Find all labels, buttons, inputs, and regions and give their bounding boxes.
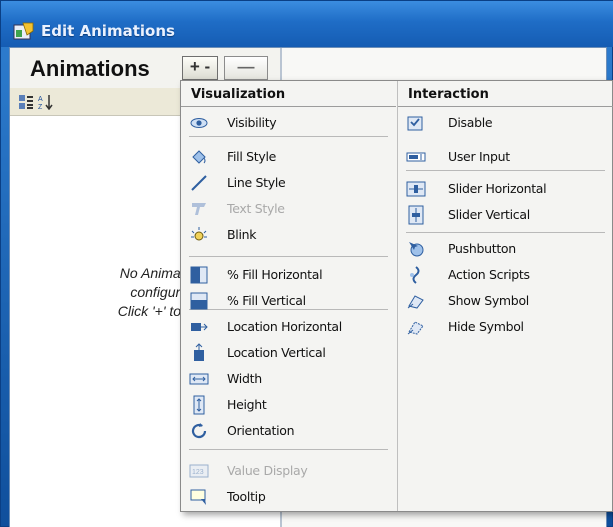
visualization-menu-item[interactable]: Location Horizontal — [181, 315, 396, 339]
interaction-menu-item[interactable]: Action Scripts — [398, 263, 613, 287]
slider-horizontal-icon — [406, 181, 426, 197]
interaction-menu-item[interactable]: Show Symbol — [398, 289, 613, 313]
visualization-menu-item[interactable]: Tooltip — [181, 485, 396, 509]
interaction-menu-item-label: Show Symbol — [448, 293, 529, 308]
visualization-menu-item[interactable]: % Fill Vertical — [181, 289, 396, 313]
height-icon — [193, 395, 205, 415]
visualization-menu-item[interactable]: % Fill Horizontal — [181, 263, 396, 287]
slider-vertical-icon — [408, 205, 424, 225]
visualization-menu-item[interactable]: Line Style — [181, 171, 396, 195]
visualization-menu-item-label: Orientation — [227, 423, 295, 438]
interaction-menu-item[interactable]: Pushbutton — [398, 237, 613, 261]
visualization-menu-item: 123 Value Display — [181, 459, 396, 483]
fill-horizontal-icon — [190, 266, 208, 284]
visualization-menu-item[interactable]: Location Vertical — [181, 341, 396, 365]
visualization-menu-item-label: Visibility — [227, 115, 277, 130]
value-display-icon: 123 — [189, 464, 209, 478]
location-horizontal-icon — [191, 323, 208, 331]
visualization-header: Visualization — [181, 81, 396, 107]
disable-icon — [407, 116, 423, 131]
pushbutton-icon — [409, 242, 424, 257]
visualization-menu-item-label: Blink — [227, 227, 257, 242]
interaction-menu-item[interactable]: Slider Vertical — [398, 203, 613, 227]
tooltip-icon — [190, 489, 206, 505]
interaction-menu-item-label: Slider Vertical — [448, 207, 530, 222]
user-input-icon — [406, 152, 426, 162]
menu-separator — [189, 136, 388, 137]
panel-heading: Animations — [30, 56, 150, 81]
hide-symbol-icon — [407, 321, 424, 335]
categorized-sort-icon[interactable] — [18, 94, 34, 110]
action-scripts-icon — [410, 266, 420, 284]
alphabetical-sort-icon[interactable]: A Z — [38, 94, 54, 110]
visualization-menu-item-label: Height — [227, 397, 267, 412]
width-icon — [189, 373, 209, 385]
visualization-menu-item[interactable]: Width — [181, 367, 396, 391]
svg-text:123: 123 — [192, 469, 204, 476]
interaction-menu-item-label: Slider Horizontal — [448, 181, 547, 196]
interaction-menu-item[interactable]: Disable — [398, 111, 613, 135]
menu-separator — [406, 232, 605, 233]
add-animation-button[interactable]: + - — [182, 56, 218, 80]
visualization-menu-item-label: Location Vertical — [227, 345, 326, 360]
add-animation-menu: Visualization Visibility Fill Style Line S… — [180, 80, 613, 512]
show-symbol-icon — [407, 295, 424, 309]
visualization-menu-item-label: Line Style — [227, 175, 286, 190]
visualization-menu-item[interactable]: Orientation — [181, 419, 396, 443]
interaction-menu-item[interactable]: Slider Horizontal — [398, 177, 613, 201]
visualization-menu-item-label: Value Display — [227, 463, 308, 478]
visualization-menu-item-label: Tooltip — [227, 489, 266, 504]
eye-icon — [190, 118, 208, 128]
visualization-column: Visualization Visibility Fill Style Line S… — [181, 81, 396, 511]
visualization-menu-item-label: Fill Style — [227, 149, 277, 164]
location-vertical-icon — [194, 343, 204, 361]
line-icon — [191, 175, 207, 191]
paint-bucket-icon — [192, 150, 206, 164]
interaction-menu-item[interactable]: User Input — [398, 145, 613, 169]
visualization-menu-item-label: % Fill Vertical — [227, 293, 306, 308]
visualization-menu-item-label: Width — [227, 371, 262, 386]
remove-animation-button[interactable]: — — [224, 56, 268, 80]
visualization-menu-item-label: Location Horizontal — [227, 319, 342, 334]
interaction-menu-item-label: Disable — [448, 115, 493, 130]
visualization-menu-item-label: Text Style — [227, 201, 285, 216]
svg-text:Z: Z — [38, 104, 43, 110]
menu-separator — [406, 170, 605, 171]
interaction-menu-item-label: Hide Symbol — [448, 319, 524, 334]
interaction-menu-item[interactable]: Hide Symbol — [398, 315, 613, 339]
visualization-menu-item[interactable]: Height — [181, 393, 396, 417]
fill-vertical-icon — [190, 292, 208, 310]
visualization-menu-item[interactable]: Visibility — [181, 111, 396, 135]
blink-icon — [191, 227, 207, 241]
interaction-menu-item-label: User Input — [448, 149, 510, 164]
interaction-header: Interaction — [398, 81, 613, 107]
menu-separator — [189, 449, 388, 450]
interaction-column: Interaction Disable User Input Slider Hori… — [397, 81, 613, 511]
visualization-menu-item-label: % Fill Horizontal — [227, 267, 323, 282]
title-bar[interactable]: Edit Animations — [1, 1, 613, 47]
app-icon — [13, 22, 34, 40]
visualization-menu-item[interactable]: Fill Style — [181, 145, 396, 169]
svg-text:A: A — [38, 96, 43, 103]
orientation-icon — [191, 423, 207, 439]
visualization-menu-item: Text Style — [181, 197, 396, 221]
interaction-menu-item-label: Pushbutton — [448, 241, 516, 256]
text-style-icon — [192, 203, 206, 215]
visualization-menu-item[interactable]: Blink — [181, 223, 396, 247]
window-title: Edit Animations — [41, 22, 175, 40]
interaction-menu-item-label: Action Scripts — [448, 267, 530, 282]
menu-separator — [189, 256, 388, 257]
